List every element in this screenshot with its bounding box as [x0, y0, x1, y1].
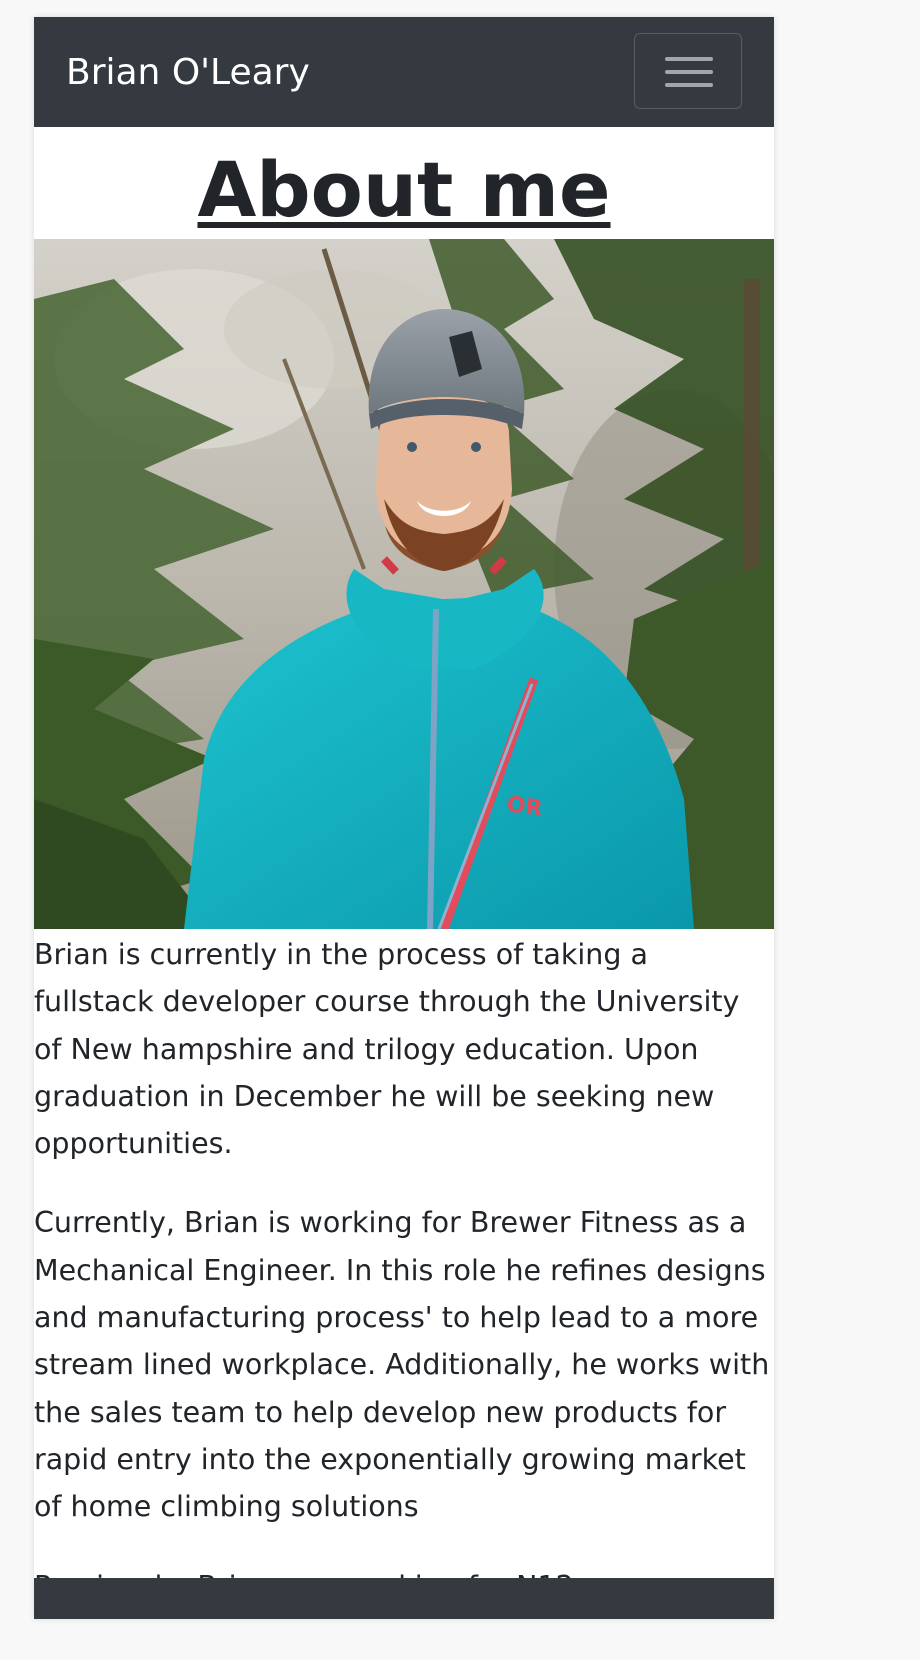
profile-photo: OR — [34, 239, 774, 929]
page: Brian O'Leary About me OR Brian is curre… — [34, 17, 774, 1619]
svg-text:OR: OR — [505, 792, 544, 822]
about-content: Brian is currently in the process of tak… — [34, 931, 774, 1591]
about-paragraph-course: Brian is currently in the process of tak… — [34, 938, 740, 1161]
navbar-brand[interactable]: Brian O'Leary — [66, 51, 310, 95]
about-paragraph-current-role: Currently, Brian is working for Brewer F… — [34, 1206, 770, 1524]
footer-bar — [34, 1578, 774, 1619]
navbar-toggle-button[interactable] — [634, 33, 742, 109]
navbar: Brian O'Leary — [34, 17, 774, 127]
page-title: About me — [197, 145, 611, 234]
